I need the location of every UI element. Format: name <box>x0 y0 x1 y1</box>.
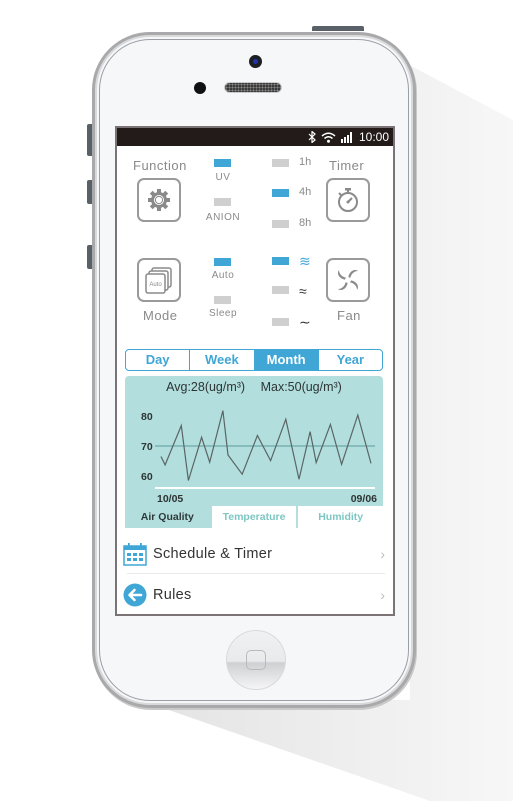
timer-1h-toggle[interactable] <box>272 159 289 167</box>
timer-4h-label: 4h <box>299 186 312 198</box>
status-bar: 10:00 <box>117 128 393 146</box>
clock: 10:00 <box>358 130 389 144</box>
mode-button[interactable]: Auto <box>137 258 181 302</box>
fan-medium-toggle[interactable] <box>272 286 289 294</box>
uv-label: UV <box>215 172 231 183</box>
function-button[interactable] <box>137 178 181 222</box>
timer-8h-label: 8h <box>299 217 312 229</box>
chevron-right-icon: › <box>380 546 385 562</box>
tab-temperature[interactable]: Temperature <box>209 506 297 528</box>
fan-high-toggle[interactable] <box>272 257 289 265</box>
auto-toggle[interactable] <box>214 258 231 266</box>
timer-1h-label: 1h <box>299 156 312 168</box>
app-screen: 10:00 Function UV ANION 1h 4h 8h Timer A… <box>115 126 395 616</box>
fan-label: Fan <box>337 308 361 323</box>
proximity-sensor <box>194 82 206 94</box>
uv-toggle[interactable] <box>214 159 231 167</box>
signal-icon <box>340 131 352 143</box>
calendar-icon <box>123 543 147 566</box>
fan-low-icon: ∼ <box>299 314 311 330</box>
air-quality-chart: 60 70 80 10/05 09/06 <box>141 410 377 505</box>
back-arrow-icon <box>123 583 147 607</box>
menu-item-schedule-timer[interactable]: Schedule & Timer › <box>123 535 385 573</box>
bluetooth-icon <box>308 131 316 143</box>
auto-label: Auto <box>211 270 235 281</box>
fan-icon <box>338 270 358 290</box>
tab-year[interactable]: Year <box>319 350 382 370</box>
chart-card: Avg:28(ug/m³) Max:50(ug/m³) 60 70 80 10/05… <box>125 376 384 528</box>
x-end-label: 09/06 <box>351 493 377 505</box>
period-tabs: Day Week Month Year <box>125 349 383 371</box>
timer-label: Timer <box>329 158 365 173</box>
front-camera <box>249 55 262 68</box>
function-label: Function <box>133 158 187 173</box>
y-tick-label: 60 <box>141 471 153 483</box>
mode-label: Mode <box>143 308 178 323</box>
timer-button[interactable] <box>326 178 370 222</box>
tab-air-quality[interactable]: Air Quality <box>125 506 210 528</box>
tab-day[interactable]: Day <box>126 350 191 370</box>
y-tick-label: 80 <box>141 411 153 423</box>
metric-tabs: Air Quality Temperature Humidity <box>125 506 384 528</box>
svg-text:Auto: Auto <box>149 282 162 288</box>
sleep-toggle[interactable] <box>214 296 231 304</box>
power-button <box>312 26 364 31</box>
tab-week[interactable]: Week <box>190 350 255 370</box>
chevron-right-icon: › <box>380 587 385 603</box>
timer-4h-toggle[interactable] <box>272 189 289 197</box>
x-start-label: 10/05 <box>157 493 183 505</box>
y-tick-label: 70 <box>141 441 153 453</box>
anion-toggle[interactable] <box>214 198 231 206</box>
anion-label: ANION <box>205 212 241 223</box>
earpiece-speaker <box>224 82 282 93</box>
fan-high-icon: ≋ <box>299 253 311 269</box>
tab-month[interactable]: Month <box>254 350 319 370</box>
stopwatch-icon <box>338 188 358 212</box>
menu-divider <box>127 573 385 574</box>
auto-mode-icon: Auto <box>145 267 172 294</box>
sleep-label: Sleep <box>208 308 238 319</box>
menu-item-label: Schedule & Timer <box>153 546 273 562</box>
menu-item-rules[interactable]: Rules › <box>123 576 385 614</box>
wifi-icon <box>321 132 336 143</box>
tab-humidity[interactable]: Humidity <box>296 506 384 528</box>
home-button[interactable] <box>226 630 286 690</box>
menu-item-label: Rules <box>153 587 192 603</box>
fan-low-toggle[interactable] <box>272 318 289 326</box>
timer-8h-toggle[interactable] <box>272 220 289 228</box>
fan-medium-icon: ≈ <box>299 283 307 299</box>
gear-icon <box>148 189 170 211</box>
fan-button[interactable] <box>326 258 370 302</box>
